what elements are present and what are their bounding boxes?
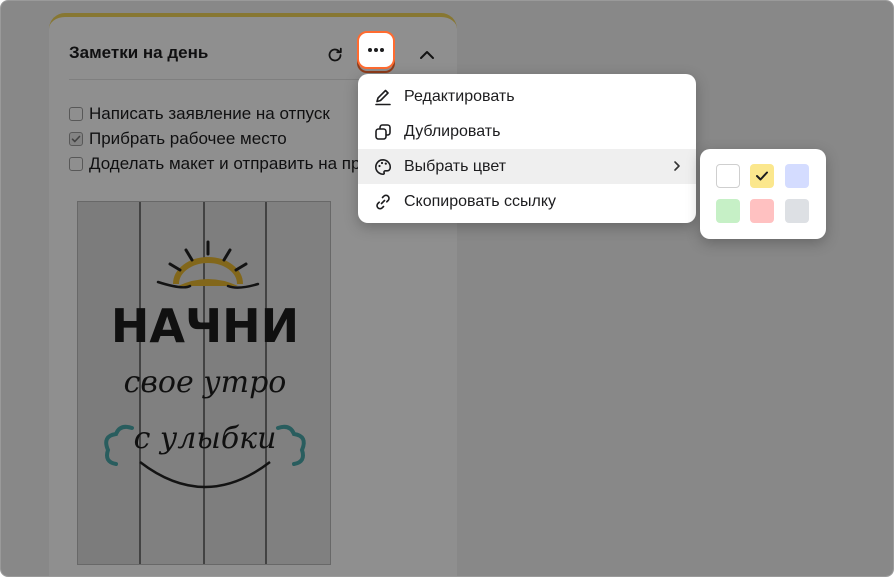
color-picker-submenu (700, 149, 826, 239)
more-dots-icon (368, 48, 384, 52)
color-swatch-red[interactable] (750, 199, 774, 223)
link-icon (374, 193, 392, 211)
menu-item-label: Редактировать (404, 87, 515, 105)
color-swatch-gray[interactable] (785, 199, 809, 223)
color-swatch-green[interactable] (716, 199, 740, 223)
pencil-icon (374, 88, 392, 106)
checkmark-icon (756, 171, 768, 181)
color-swatch-blue[interactable] (785, 164, 809, 188)
menu-item-duplicate[interactable]: Дублировать (358, 114, 696, 149)
menu-item-choose-color[interactable]: Выбрать цвет (358, 149, 696, 184)
menu-item-label: Дублировать (404, 122, 501, 140)
menu-item-copy-link[interactable]: Скопировать ссылку (358, 184, 696, 219)
chevron-right-icon (672, 159, 682, 178)
palette-icon (374, 158, 392, 176)
menu-item-label: Выбрать цвет (404, 157, 507, 175)
options-menu: Редактировать Дублировать Выбрать цвет С… (358, 74, 696, 223)
menu-item-edit[interactable]: Редактировать (358, 79, 696, 114)
more-options-button-active[interactable] (357, 31, 395, 69)
app-frame: Заметки на день Написать заявление на от… (0, 0, 894, 577)
color-swatch-yellow-selected[interactable] (750, 164, 774, 188)
menu-item-label: Скопировать ссылку (404, 192, 557, 210)
duplicate-icon (374, 123, 392, 141)
color-swatch-white[interactable] (716, 164, 740, 188)
